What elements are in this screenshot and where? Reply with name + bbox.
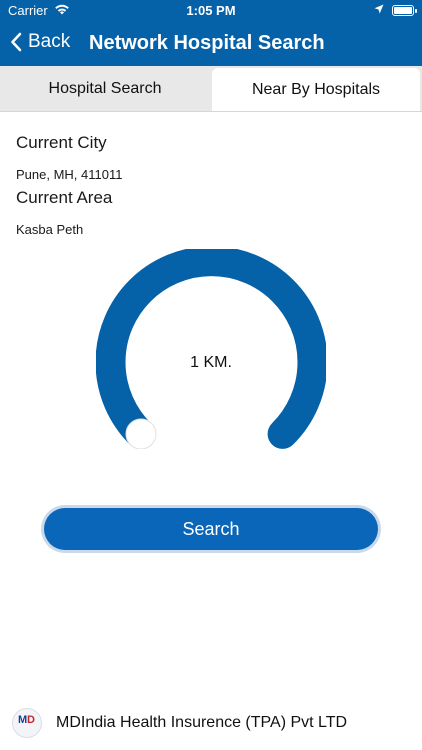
segmented-tabs: Hospital Search Near By Hospitals (0, 66, 422, 112)
page-title: Network Hospital Search (89, 32, 325, 54)
status-bar: Carrier 1:05 PM (0, 0, 422, 22)
back-button[interactable]: Back (10, 31, 70, 53)
current-city-value: Pune, MH, 411011 (16, 167, 123, 182)
dial-track (96, 249, 326, 449)
current-area-label: Current Area (16, 188, 113, 207)
back-label: Back (28, 31, 71, 52)
footer: MD MDIndia Health Insurence (TPA) Pvt LT… (0, 706, 422, 742)
company-name: MDIndia Health Insurence (TPA) Pvt LTD (56, 714, 348, 731)
distance-dial-slider[interactable] (96, 249, 326, 449)
navigation-bar: Back Network Hospital Search (0, 22, 422, 66)
tab-hospital-search[interactable]: Hospital Search (0, 66, 210, 111)
distance-value: 1 KM. (190, 354, 232, 371)
current-city-label: Current City (16, 133, 107, 152)
dial-handle[interactable] (125, 418, 157, 449)
current-area-value: Kasba Peth (16, 222, 84, 237)
location-arrow-icon (374, 3, 384, 17)
mdindia-logo: MD (12, 708, 42, 738)
battery-icon (392, 5, 417, 16)
tab-near-by-hospitals[interactable]: Near By Hospitals (212, 68, 420, 111)
search-button[interactable]: Search (44, 508, 378, 550)
clock-time: 1:05 PM (186, 3, 236, 18)
chevron-left-icon (11, 32, 22, 52)
